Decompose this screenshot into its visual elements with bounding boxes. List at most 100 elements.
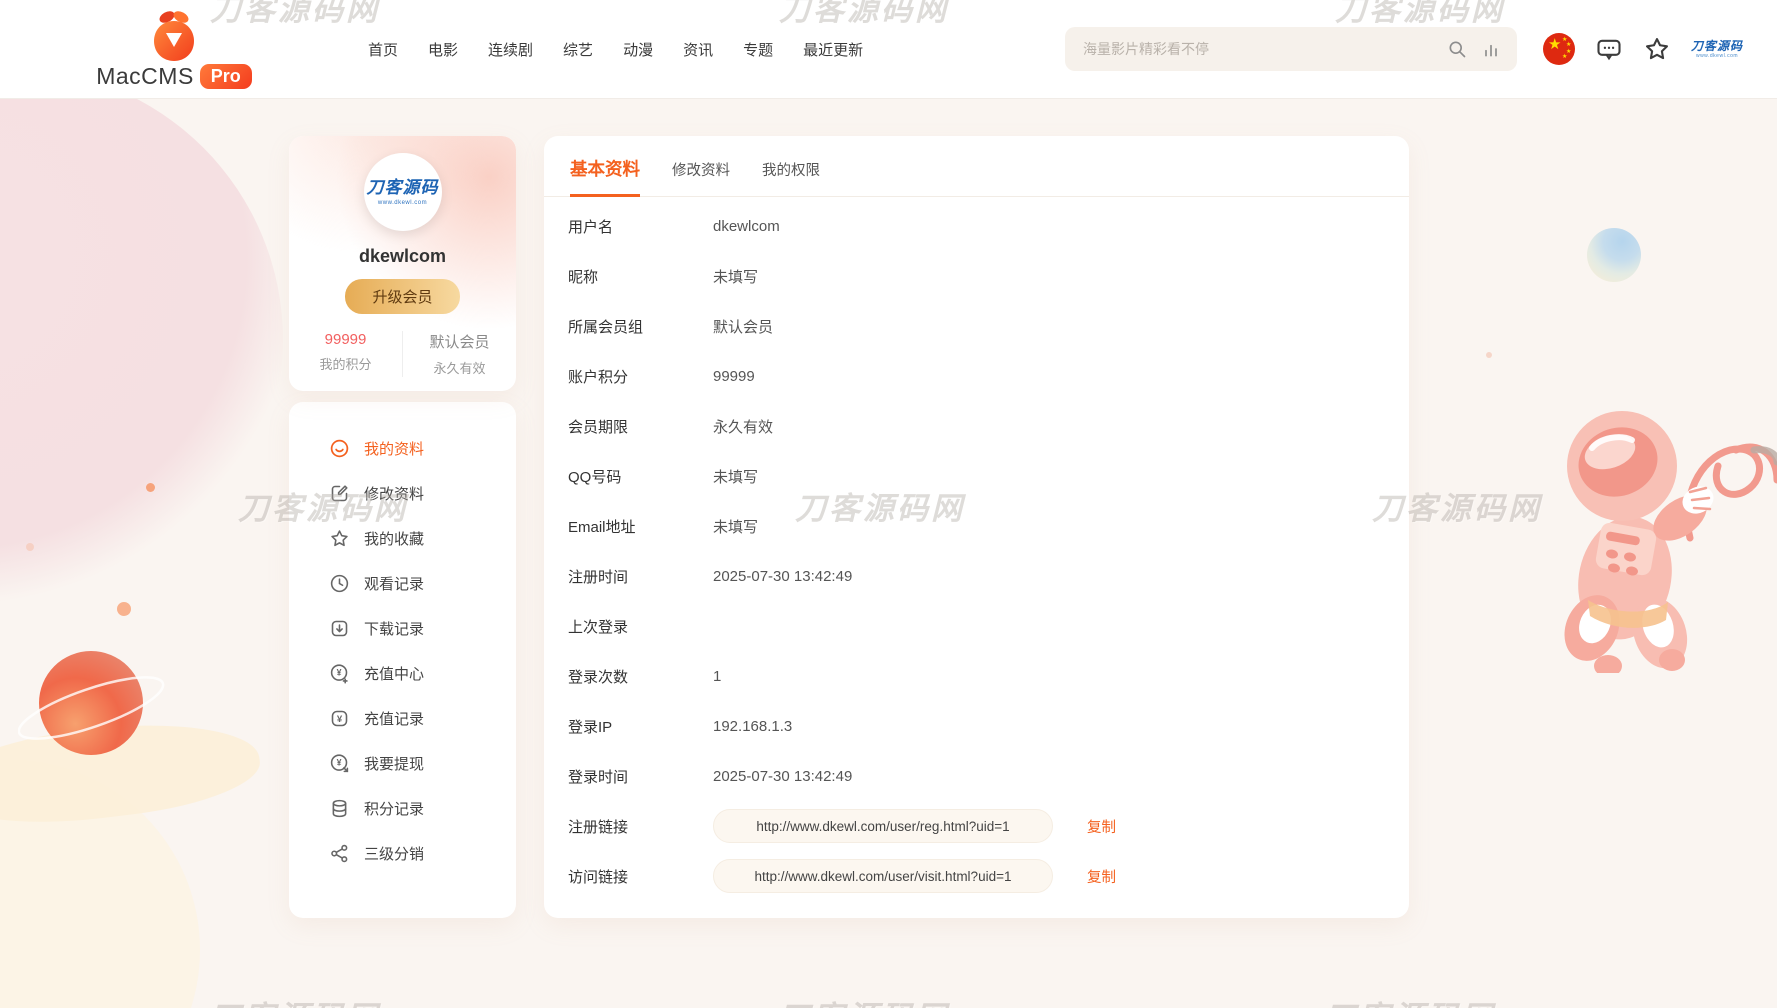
cream-blob-decor bbox=[0, 709, 264, 837]
link-url-input[interactable] bbox=[713, 809, 1053, 843]
ranking-bars-icon[interactable] bbox=[1481, 39, 1501, 59]
copy-button[interactable]: 复制 bbox=[1087, 866, 1116, 887]
avatar[interactable]: 刀客源码 www.dkewl.com bbox=[364, 153, 442, 231]
field-row: 会员期限 永久有效 bbox=[568, 401, 1385, 451]
menu-item-label: 三级分销 bbox=[364, 843, 424, 864]
field-label: QQ号码 bbox=[568, 466, 713, 487]
nav-item[interactable]: 连续剧 bbox=[488, 39, 533, 60]
profile-stats: 99999 我的积分 默认会员 永久有效 bbox=[289, 331, 516, 377]
sidebar-menu-item[interactable]: ¥ 充值记录 bbox=[289, 696, 516, 741]
field-row: 用户名 dkewlcom bbox=[568, 201, 1385, 251]
nav-item[interactable]: 综艺 bbox=[563, 39, 593, 60]
profile-card: 刀客源码 www.dkewl.com dkewlcom 升级会员 99999 我… bbox=[289, 136, 516, 391]
field-value: 未填写 bbox=[713, 266, 758, 287]
stat-item: 99999 我的积分 bbox=[289, 331, 402, 377]
sidebar-menu-item[interactable]: 修改资料 bbox=[289, 471, 516, 516]
watermark: 刀客源码网 bbox=[779, 992, 949, 1008]
watermark: 刀客源码网 bbox=[1325, 992, 1495, 1008]
field-row: 登录IP 192.168.1.3 bbox=[568, 701, 1385, 751]
nav-item[interactable]: 首页 bbox=[368, 39, 398, 60]
stat-label: 永久有效 bbox=[433, 358, 485, 377]
field-row: 昵称 未填写 bbox=[568, 251, 1385, 301]
field-value: 未填写 bbox=[713, 516, 758, 537]
pink-dot-decor bbox=[26, 543, 34, 551]
pink-circle-decor bbox=[0, 68, 283, 612]
favorites-star-icon[interactable] bbox=[1643, 35, 1671, 63]
username: dkewlcom bbox=[359, 246, 446, 267]
sidebar-menu-item[interactable]: 我的资料 bbox=[289, 426, 516, 471]
copy-button[interactable]: 复制 bbox=[1087, 816, 1116, 837]
field-row: QQ号码 未填写 bbox=[568, 451, 1385, 501]
field-value: 192.168.1.3 bbox=[713, 718, 792, 735]
tab[interactable]: 我的权限 bbox=[762, 159, 820, 196]
nav-item[interactable]: 电影 bbox=[428, 39, 458, 60]
profile-icon bbox=[329, 438, 350, 459]
pink-dot-decor bbox=[1486, 352, 1492, 358]
upgrade-member-button[interactable]: 升级会员 bbox=[345, 279, 459, 314]
sidebar-menu-item[interactable]: ¥ 我要提现 bbox=[289, 741, 516, 786]
field-label: 昵称 bbox=[568, 266, 713, 287]
menu-item-label: 积分记录 bbox=[364, 798, 424, 819]
message-icon[interactable] bbox=[1595, 35, 1623, 63]
svg-text:¥: ¥ bbox=[337, 668, 342, 678]
menu-item-label: 我的资料 bbox=[364, 438, 424, 459]
menu-item-label: 修改资料 bbox=[364, 483, 424, 504]
sidebar-menu-item[interactable]: 观看记录 bbox=[289, 561, 516, 606]
recharge-center-icon: ¥ bbox=[329, 663, 350, 684]
download-history-icon bbox=[329, 618, 350, 639]
field-label: 注册链接 bbox=[568, 816, 713, 837]
distribution-icon bbox=[329, 843, 350, 864]
nav-item[interactable]: 专题 bbox=[743, 39, 773, 60]
china-flag-icon[interactable]: ★★★★★ bbox=[1543, 33, 1575, 65]
search-box bbox=[1065, 27, 1517, 71]
dkewl-logo[interactable]: 刀客源码 www.dkewl.com bbox=[1691, 40, 1743, 59]
dkewl-logo-url: www.dkewl.com bbox=[1696, 54, 1738, 59]
sidebar-menu-item[interactable]: 下载记录 bbox=[289, 606, 516, 651]
tab-bar: 基本资料修改资料我的权限 bbox=[544, 136, 1409, 197]
field-label: 用户名 bbox=[568, 216, 713, 237]
field-row: 所属会员组 默认会员 bbox=[568, 301, 1385, 351]
nav-item[interactable]: 资讯 bbox=[683, 39, 713, 60]
sidebar-menu-item[interactable]: 积分记录 bbox=[289, 786, 516, 831]
sidebar-menu: 我的资料 修改资料 我的收藏 观看记录 bbox=[289, 402, 516, 918]
edit-icon bbox=[329, 483, 350, 504]
brand-name: MacCMS bbox=[96, 63, 194, 90]
field-value: 2025-07-30 13:42:49 bbox=[713, 768, 852, 785]
orange-dot-decor bbox=[117, 602, 131, 616]
stat-label: 我的积分 bbox=[319, 354, 371, 373]
planet-icon bbox=[18, 636, 168, 776]
tab[interactable]: 修改资料 bbox=[672, 159, 730, 196]
profile-detail-panel: 基本资料修改资料我的权限 用户名 dkewlcom 昵称 未填写 所属会员组 bbox=[544, 136, 1409, 918]
field-label: 所属会员组 bbox=[568, 316, 713, 337]
astronaut-icon bbox=[1540, 388, 1777, 673]
field-label: Email地址 bbox=[568, 516, 713, 537]
field-row: 登录次数 1 bbox=[568, 651, 1385, 701]
moon-decor bbox=[1587, 228, 1641, 282]
link-url-input[interactable] bbox=[713, 859, 1053, 893]
sidebar-menu-item[interactable]: 我的收藏 bbox=[289, 516, 516, 561]
field-label: 登录时间 bbox=[568, 766, 713, 787]
sidebar-menu-item[interactable]: 三级分销 bbox=[289, 831, 516, 876]
link-field-row: 注册链接 复制 bbox=[568, 801, 1385, 851]
header-icons: ★★★★★ 刀客源码 www.dkewl.com bbox=[1543, 33, 1743, 65]
menu-item-label: 充值中心 bbox=[364, 663, 424, 684]
field-label: 账户积分 bbox=[568, 366, 713, 387]
nav-item[interactable]: 最近更新 bbox=[803, 39, 863, 60]
stat-value: 99999 bbox=[325, 331, 367, 348]
tab[interactable]: 基本资料 bbox=[570, 156, 640, 197]
field-label: 访问链接 bbox=[568, 866, 713, 887]
field-label: 登录IP bbox=[568, 716, 713, 737]
nav-item[interactable]: 动漫 bbox=[623, 39, 653, 60]
points-history-icon bbox=[329, 798, 350, 819]
field-label: 会员期限 bbox=[568, 416, 713, 437]
site-logo[interactable]: MacCMS Pro bbox=[98, 9, 250, 90]
fields-list: 用户名 dkewlcom 昵称 未填写 所属会员组 默认会员 账户积分 bbox=[544, 197, 1409, 901]
svg-text:¥: ¥ bbox=[337, 714, 343, 725]
search-input[interactable] bbox=[1081, 40, 1447, 58]
sidebar-menu-item[interactable]: ¥ 充值中心 bbox=[289, 651, 516, 696]
field-value: 99999 bbox=[713, 368, 755, 385]
favorites-icon bbox=[329, 528, 350, 549]
search-icon[interactable] bbox=[1447, 39, 1467, 59]
sidebar: 刀客源码 www.dkewl.com dkewlcom 升级会员 99999 我… bbox=[289, 136, 516, 918]
field-label: 登录次数 bbox=[568, 666, 713, 687]
